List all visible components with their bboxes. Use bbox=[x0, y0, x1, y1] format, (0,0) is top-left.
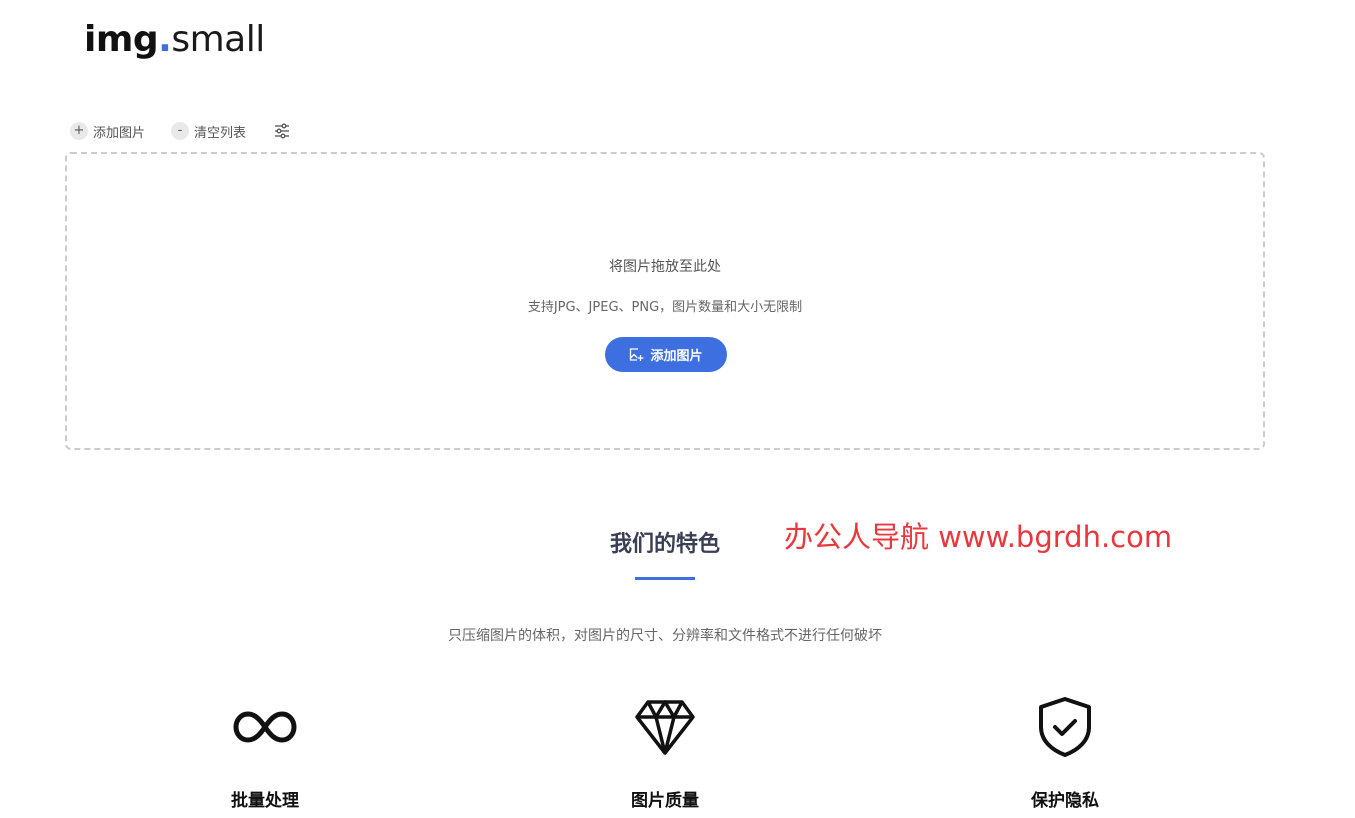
add-image-toolbar-button[interactable]: + 添加图片 bbox=[70, 122, 145, 141]
dropzone-title: 将图片拖放至此处 bbox=[609, 259, 721, 275]
watermark-text: 办公人导航 www.bgrdh.com bbox=[784, 520, 1173, 554]
infinity-icon bbox=[165, 692, 365, 762]
clear-list-label: 清空列表 bbox=[194, 125, 247, 141]
toolbar: + 添加图片 - 清空列表 bbox=[70, 120, 292, 142]
features-title: 我们的特色 bbox=[609, 532, 720, 557]
shield-check-icon bbox=[965, 692, 1165, 762]
minus-icon: - bbox=[171, 122, 190, 140]
logo-img-text: img bbox=[84, 19, 159, 60]
feature-label: 保护隐私 bbox=[1031, 791, 1099, 811]
add-image-button[interactable]: 添加图片 bbox=[605, 337, 727, 372]
logo[interactable]: img.small bbox=[84, 18, 265, 62]
feature-privacy: 保护隐私 bbox=[965, 692, 1165, 811]
add-image-button-label: 添加图片 bbox=[650, 349, 703, 364]
add-image-icon bbox=[629, 347, 644, 362]
feature-batch-processing: 批量处理 bbox=[165, 692, 365, 811]
sliders-icon[interactable] bbox=[272, 121, 292, 141]
plus-icon: + bbox=[70, 122, 88, 140]
feature-image-quality: 图片质量 bbox=[565, 692, 765, 811]
feature-label: 图片质量 bbox=[631, 791, 699, 811]
add-image-toolbar-label: 添加图片 bbox=[93, 125, 146, 141]
logo-small-text: small bbox=[171, 19, 265, 60]
feature-label: 批量处理 bbox=[231, 791, 299, 811]
logo-dot: . bbox=[158, 19, 172, 60]
image-dropzone[interactable]: 将图片拖放至此处 支持JPG、JPEG、PNG，图片数量和大小无限制 添加图片 bbox=[65, 152, 1265, 450]
title-underline bbox=[635, 577, 695, 580]
clear-list-button[interactable]: - 清空列表 bbox=[171, 122, 246, 141]
features-description: 只压缩图片的体积，对图片的尺寸、分辨率和文件格式不进行任何破坏 bbox=[448, 628, 882, 644]
diamond-icon bbox=[565, 692, 765, 762]
dropzone-subtitle: 支持JPG、JPEG、PNG，图片数量和大小无限制 bbox=[527, 300, 803, 315]
